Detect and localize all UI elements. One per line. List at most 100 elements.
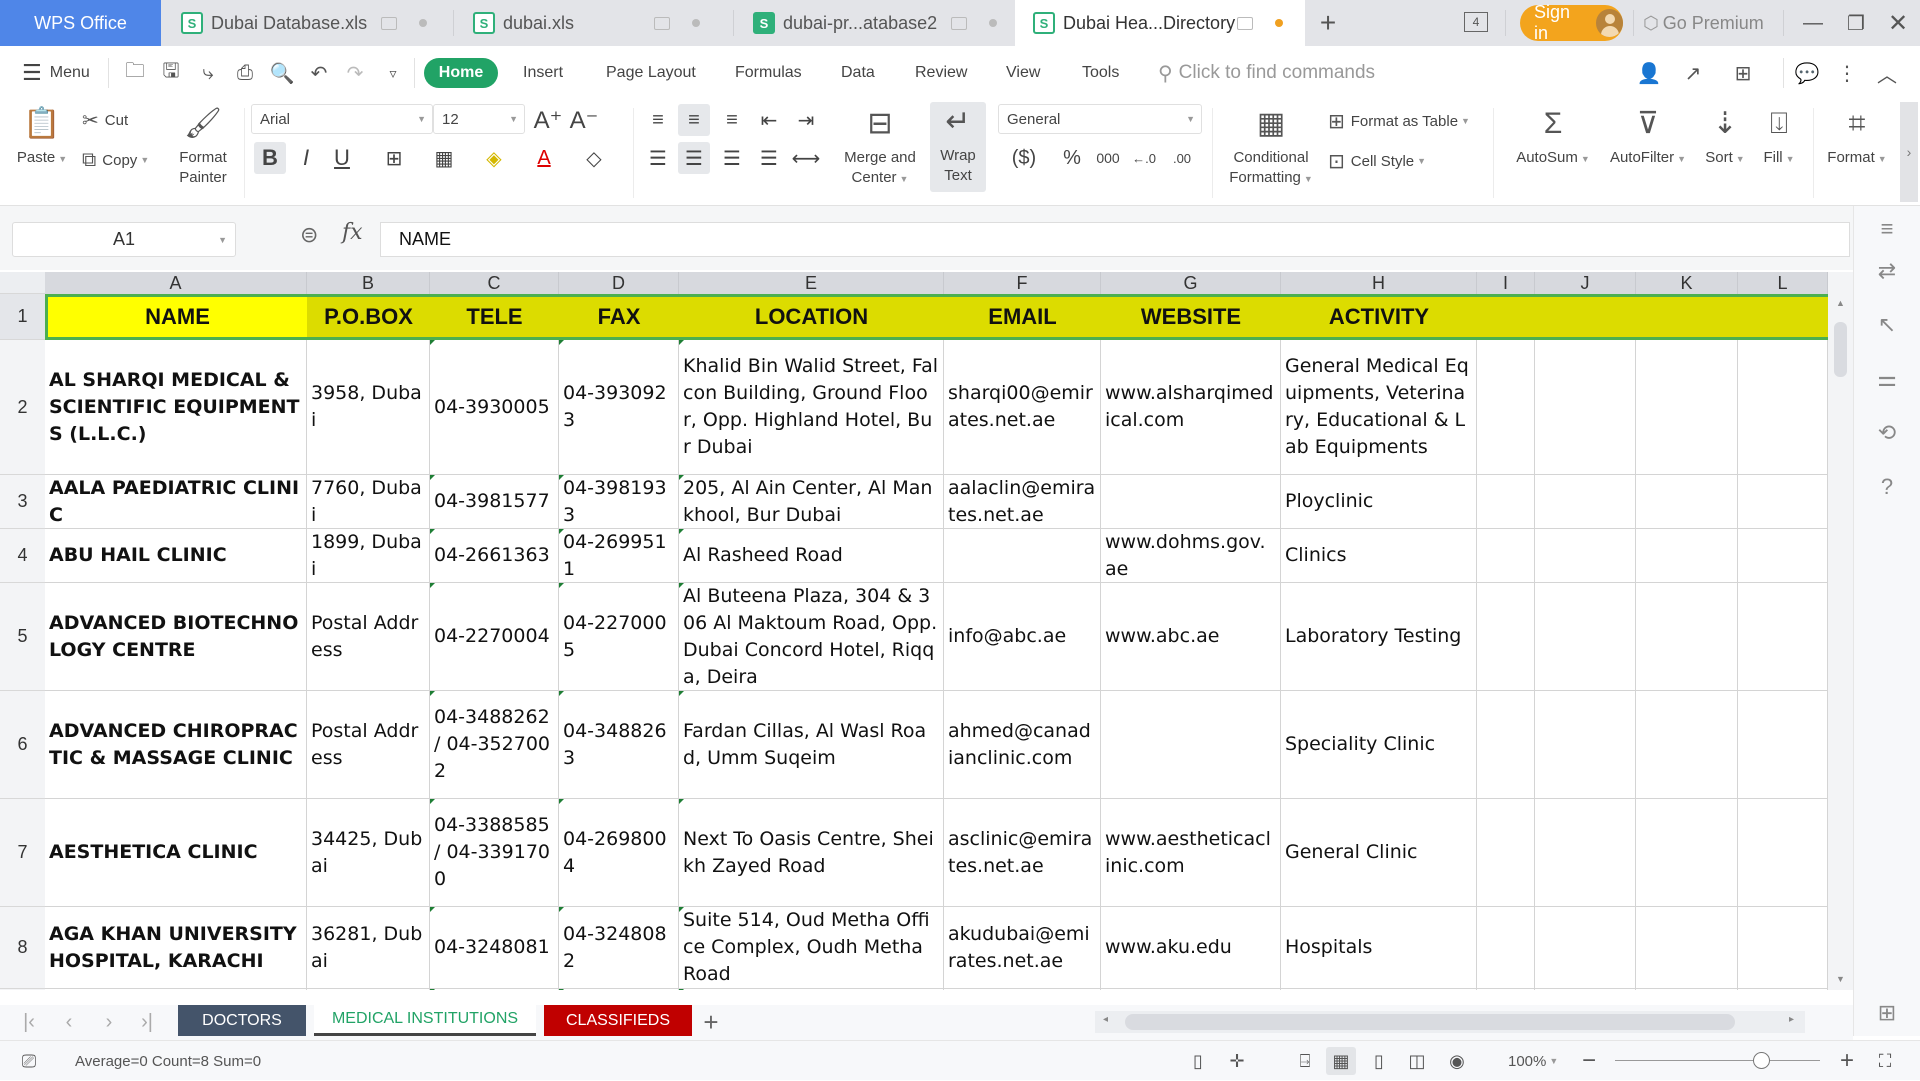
column-header-b[interactable]: B: [307, 272, 430, 294]
table-cell-empty[interactable]: [1738, 799, 1828, 907]
panel-grid-icon[interactable]: ⊞: [1872, 998, 1902, 1028]
table-cell-empty[interactable]: [1535, 475, 1636, 529]
row-header[interactable]: 8: [0, 907, 45, 989]
table-cell-name[interactable]: ADVANCED CHIROPRACTIC & MASSAGE CLINIC: [45, 691, 307, 799]
table-cell-fax[interactable]: [559, 989, 679, 990]
history-icon[interactable]: ⟲: [1872, 418, 1902, 448]
table-cell-empty[interactable]: [1477, 907, 1535, 989]
table-cell-pobox[interactable]: Postal Address: [307, 691, 430, 799]
table-cell-empty[interactable]: [1636, 907, 1738, 989]
table-cell-website[interactable]: www.alsharqimedical.com: [1101, 340, 1281, 475]
minimize-icon[interactable]: —: [1793, 0, 1833, 46]
tab-tools[interactable]: Tools: [1082, 46, 1119, 100]
table-cell-empty[interactable]: [1477, 340, 1535, 475]
table-cell-pobox[interactable]: 3958, Dubai: [307, 340, 430, 475]
tab-page-layout[interactable]: Page Layout: [606, 46, 696, 100]
table-cell-email[interactable]: [944, 529, 1101, 583]
table-cell-name[interactable]: AIR PORT MEDICAL: [45, 989, 307, 990]
table-cell-empty[interactable]: [1535, 340, 1636, 475]
spreadsheet-grid[interactable]: A B C D E F G H I J K L 1 NAME P.O.BOX TELE FAX LOCATION E…: [0, 272, 1828, 990]
column-header-k[interactable]: K: [1636, 272, 1738, 294]
tab-view[interactable]: View: [1006, 46, 1040, 100]
increase-font-size-icon[interactable]: A⁺: [532, 104, 564, 136]
header-cell-email[interactable]: EMAIL: [944, 294, 1101, 340]
table-cell-website[interactable]: [1101, 989, 1281, 990]
select-cursor-icon[interactable]: ↖: [1872, 310, 1902, 340]
table-cell-fax[interactable]: 04-3488263: [559, 691, 679, 799]
table-cell-empty[interactable]: [1738, 691, 1828, 799]
scroll-down-icon[interactable]: ▼: [1836, 974, 1845, 984]
percent-icon[interactable]: %: [1056, 142, 1088, 174]
table-cell-pobox[interactable]: 1899, Dubai: [307, 529, 430, 583]
ribbon-scroll-right-icon[interactable]: ›: [1900, 102, 1918, 202]
go-premium-button[interactable]: ⬡ Go Premium: [1643, 0, 1764, 46]
table-cell-pobox[interactable]: 36281, Dubai: [307, 907, 430, 989]
table-cell-empty[interactable]: [1477, 529, 1535, 583]
conditional-formatting-button[interactable]: ▦ Conditional Formatting ▼: [1222, 104, 1320, 189]
table-cell-location[interactable]: Khalid Bin Walid Street, Falcon Building…: [679, 340, 944, 475]
header-cell-fax[interactable]: FAX: [559, 294, 679, 340]
doc-tab-dubai-pr-database2[interactable]: S dubai-pr...atabase2: [735, 0, 1013, 46]
table-cell-pobox[interactable]: 34425, Dubai: [307, 799, 430, 907]
tab-review[interactable]: Review: [915, 46, 967, 100]
format-button[interactable]: ⌗ Format ▼: [1820, 104, 1894, 169]
page-layout-view-icon[interactable]: ◫: [1402, 1047, 1432, 1075]
table-cell-fax[interactable]: 04-3981933: [559, 475, 679, 529]
table-cell-website[interactable]: www.dohms.gov.ae: [1101, 529, 1281, 583]
prev-sheet-icon[interactable]: ‹: [54, 1005, 84, 1040]
table-cell-activity[interactable]: Hospitals: [1281, 907, 1477, 989]
row-header[interactable]: 6: [0, 691, 45, 799]
table-cell-empty[interactable]: [1636, 583, 1738, 691]
zoom-formula-icon[interactable]: ⊜: [300, 222, 318, 248]
reading-mode-icon[interactable]: ⍈: [1290, 1047, 1320, 1075]
table-cell-fax[interactable]: 04-2270005: [559, 583, 679, 691]
name-box[interactable]: A1 ▼: [12, 222, 236, 257]
vertical-scrollbar[interactable]: ▲ ▼: [1828, 272, 1853, 990]
autosum-button[interactable]: Σ AutoSum ▼: [1508, 104, 1598, 169]
align-bottom-icon[interactable]: ≡: [716, 104, 748, 136]
table-cell-name[interactable]: AALA PAEDIATRIC CLINIC: [45, 475, 307, 529]
next-sheet-icon[interactable]: ›: [94, 1005, 124, 1040]
last-sheet-icon[interactable]: ›|: [132, 1005, 162, 1040]
zoom-in-icon[interactable]: +: [1832, 1047, 1862, 1075]
table-cell-empty[interactable]: [1477, 475, 1535, 529]
table-cell-empty[interactable]: [1738, 340, 1828, 475]
table-cell-website[interactable]: [1101, 691, 1281, 799]
table-cell-empty[interactable]: [1636, 799, 1738, 907]
thousands-separator-icon[interactable]: 000: [1092, 142, 1124, 174]
tab-data[interactable]: Data: [841, 46, 875, 100]
save-icon[interactable]: 🖫: [158, 60, 184, 86]
font-size-select[interactable]: 12 ▼: [433, 104, 525, 134]
table-cell-email[interactable]: info@abc.ae: [944, 583, 1101, 691]
table-cell-empty[interactable]: [1738, 529, 1828, 583]
copy-button[interactable]: ⧉ Copy ▼: [82, 144, 149, 176]
increase-decimal-icon[interactable]: ←.0: [1128, 142, 1160, 174]
first-sheet-icon[interactable]: |‹: [14, 1005, 44, 1040]
table-cell-activity[interactable]: [1281, 989, 1477, 990]
select-all-corner[interactable]: [0, 272, 45, 294]
column-header-l[interactable]: L: [1738, 272, 1828, 294]
vertical-scroll-thumb[interactable]: [1834, 322, 1847, 377]
table-cell-website[interactable]: www.aku.edu: [1101, 907, 1281, 989]
wrap-text-button[interactable]: ↵ Wrap Text: [930, 102, 986, 192]
borders-icon[interactable]: ⊞: [378, 142, 410, 174]
column-header-d[interactable]: D: [559, 272, 679, 294]
currency-icon[interactable]: ($): [1004, 142, 1044, 174]
add-note-icon[interactable]: ⊞: [1730, 60, 1756, 86]
table-cell-name[interactable]: AESTHETICA CLINIC: [45, 799, 307, 907]
page-break-view-icon[interactable]: ▯: [1364, 1047, 1394, 1075]
doc-tab-dubai-health-directory[interactable]: S Dubai Hea...Directory: [1015, 0, 1305, 46]
undo-icon[interactable]: ↶: [306, 60, 332, 86]
tab-formulas[interactable]: Formulas: [735, 46, 802, 100]
zoom-level-select[interactable]: 100% ▼: [1508, 1041, 1558, 1081]
table-cell-activity[interactable]: Clinics: [1281, 529, 1477, 583]
table-cell-empty[interactable]: [1535, 907, 1636, 989]
row-header[interactable]: 2: [0, 340, 45, 475]
table-cell-fax[interactable]: 04-2699511: [559, 529, 679, 583]
table-cell-empty[interactable]: [1738, 907, 1828, 989]
autofilter-button[interactable]: ⊽ AutoFilter ▼: [1604, 104, 1692, 169]
table-cell-email[interactable]: akudubai@emirates.net.ae: [944, 907, 1101, 989]
scroll-left-icon[interactable]: ◂: [1103, 1014, 1108, 1025]
table-cell-name[interactable]: ADVANCED BIOTECHNOLOGY CENTRE: [45, 583, 307, 691]
horizontal-scroll-thumb[interactable]: [1125, 1014, 1735, 1030]
